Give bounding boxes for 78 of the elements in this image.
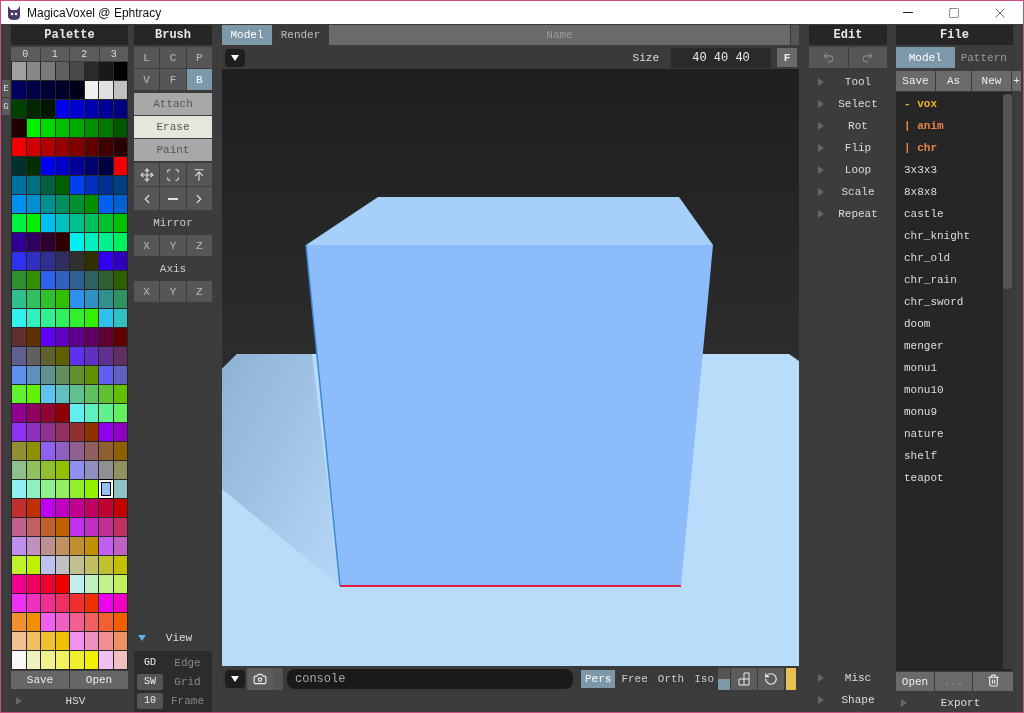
panel-title: Brush	[134, 25, 212, 45]
number-field[interactable]: 10	[137, 692, 163, 709]
brush-shape-button[interactable]: F	[160, 69, 186, 90]
mirror-axis-button[interactable]: Y	[160, 235, 186, 256]
option-label: Frame	[170, 694, 205, 707]
projection-tab[interactable]: Iso	[690, 669, 718, 688]
file-item[interactable]: monu10	[896, 379, 1003, 401]
tool-menu-item[interactable]: Shape	[809, 689, 887, 711]
projection-tab[interactable]: Free	[617, 669, 652, 688]
file-item[interactable]: 3x3x3	[896, 159, 1003, 181]
mirror-axis-button[interactable]: X	[134, 235, 160, 256]
brush-mode-button[interactable]: Attach	[134, 93, 212, 115]
file-button[interactable]: Save	[896, 71, 935, 91]
file-item[interactable]: castle	[896, 203, 1003, 225]
projection-tab[interactable]: Orth	[653, 669, 689, 688]
file-item[interactable]: shelf	[896, 445, 1003, 467]
panel-title: File	[896, 25, 1013, 45]
file-item[interactable]: chr_rain	[896, 269, 1003, 291]
brush-shape-button[interactable]: P	[186, 47, 212, 68]
window-title: MagicaVoxel @ Ephtracy	[27, 5, 163, 20]
palette-tab[interactable]: 0	[11, 47, 40, 61]
palette-tab[interactable]: 3	[99, 47, 128, 61]
tool-menu-item[interactable]: Tool	[809, 71, 887, 93]
mirror-axis-button[interactable]: Z	[186, 235, 212, 256]
palette-button[interactable]: Open	[70, 671, 128, 689]
section-label: Mirror	[152, 216, 194, 231]
palette-tab[interactable]: 2	[70, 47, 99, 61]
tool-menu-item[interactable]: Loop	[809, 159, 887, 181]
file-item[interactable]: nature	[896, 423, 1003, 445]
hsv-toggle[interactable]: HSV	[11, 692, 128, 710]
file-button[interactable]: New	[972, 71, 1011, 91]
side-tab[interactable]: E	[2, 80, 10, 97]
palette-tab[interactable]: 1	[40, 47, 69, 61]
axis-button[interactable]: Y	[160, 281, 186, 302]
tool-menu-item[interactable]: Rot	[809, 115, 887, 137]
tool-menu-item[interactable]: Select	[809, 93, 887, 115]
file-item[interactable]: chr_sword	[896, 291, 1003, 313]
tool-menu-item[interactable]: Flip	[809, 137, 887, 159]
file-tab[interactable]: Pattern	[954, 47, 1013, 68]
file-button[interactable]: +	[1012, 71, 1021, 91]
file-item[interactable]: doom	[896, 313, 1003, 335]
file-item[interactable]: 8x8x8	[896, 181, 1003, 203]
number-field[interactable]: SW	[137, 673, 163, 690]
file-item[interactable]: teapot	[896, 467, 1003, 489]
size-field[interactable]: 40 40 40	[671, 47, 771, 68]
brush-mode-button[interactable]: Erase	[134, 116, 212, 138]
tool-menu-item[interactable]: Repeat	[809, 203, 887, 225]
fit-button[interactable]: F	[777, 48, 797, 67]
side-tab[interactable]: G	[2, 98, 10, 115]
section-label: Axis	[158, 262, 188, 277]
tool-menu-item[interactable]: Misc	[809, 667, 887, 689]
size-label: Size	[632, 51, 659, 64]
axis-button[interactable]: X	[134, 281, 160, 302]
console-field[interactable]: console	[287, 668, 573, 689]
option-label: Grid	[173, 675, 202, 688]
toggle-button[interactable]: GD	[137, 654, 163, 671]
view-toggle[interactable]: View	[134, 629, 212, 647]
file-item[interactable]: chr_old	[896, 247, 1003, 269]
file-item[interactable]: chr_knight	[896, 225, 1003, 247]
option-label: Edge	[173, 656, 202, 669]
axis-button[interactable]: Z	[186, 281, 212, 302]
file-item[interactable]: | anim	[896, 115, 1003, 137]
tool-menu-item[interactable]: Scale	[809, 181, 887, 203]
brush-shape-button[interactable]: C	[160, 47, 186, 68]
brush-shape-button[interactable]: V	[134, 69, 160, 90]
brush-shape-button[interactable]: L	[134, 47, 160, 68]
file-item[interactable]: monu9	[896, 401, 1003, 423]
file-button[interactable]: Open	[896, 672, 934, 691]
file-item[interactable]: - vox	[896, 93, 1003, 115]
file-item[interactable]: menger	[896, 335, 1003, 357]
panel-title: Palette	[11, 25, 128, 45]
panel-title: Edit	[809, 25, 887, 45]
file-button[interactable]: As	[936, 71, 971, 91]
palette-button[interactable]: Save	[11, 671, 69, 689]
brush-mode-button[interactable]: Paint	[134, 139, 212, 161]
export-toggle[interactable]: Export	[896, 694, 1013, 712]
file-item[interactable]: | chr	[896, 137, 1003, 159]
file-item[interactable]: monu1	[896, 357, 1003, 379]
